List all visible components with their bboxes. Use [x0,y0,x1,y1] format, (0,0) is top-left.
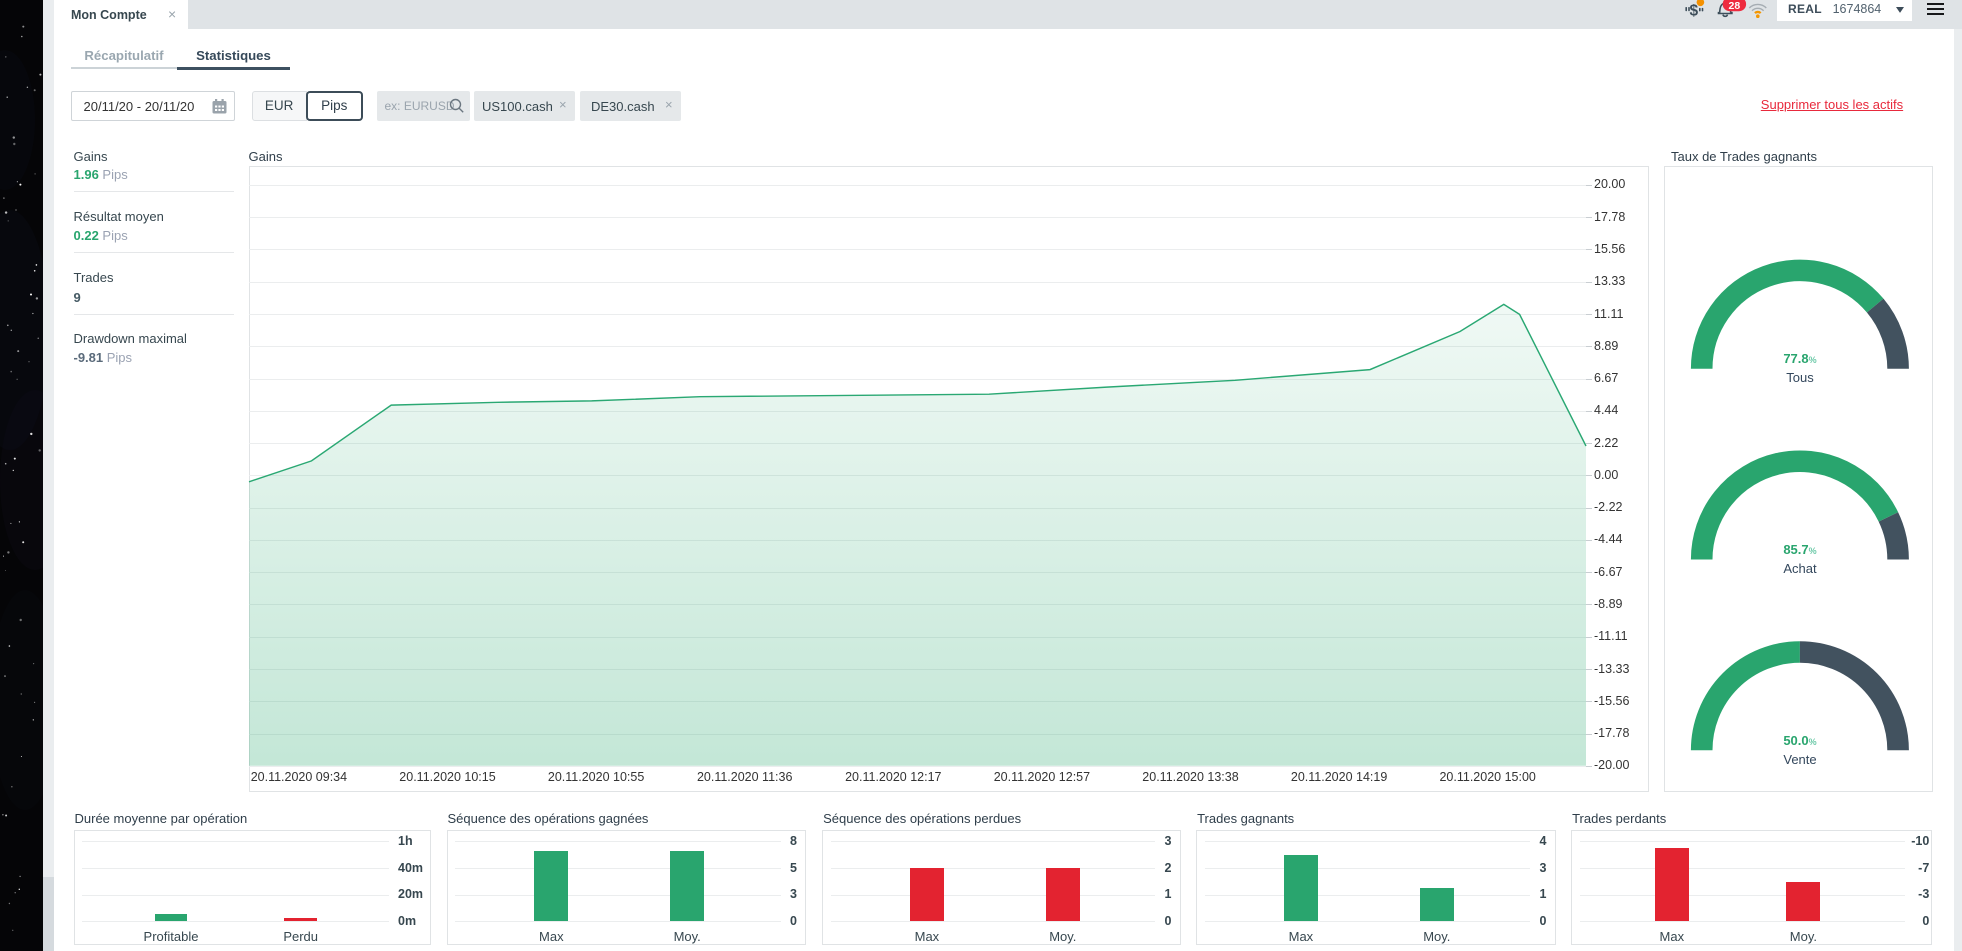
svg-text:28: 28 [1729,0,1741,12]
svg-text:$: $ [1689,2,1698,19]
